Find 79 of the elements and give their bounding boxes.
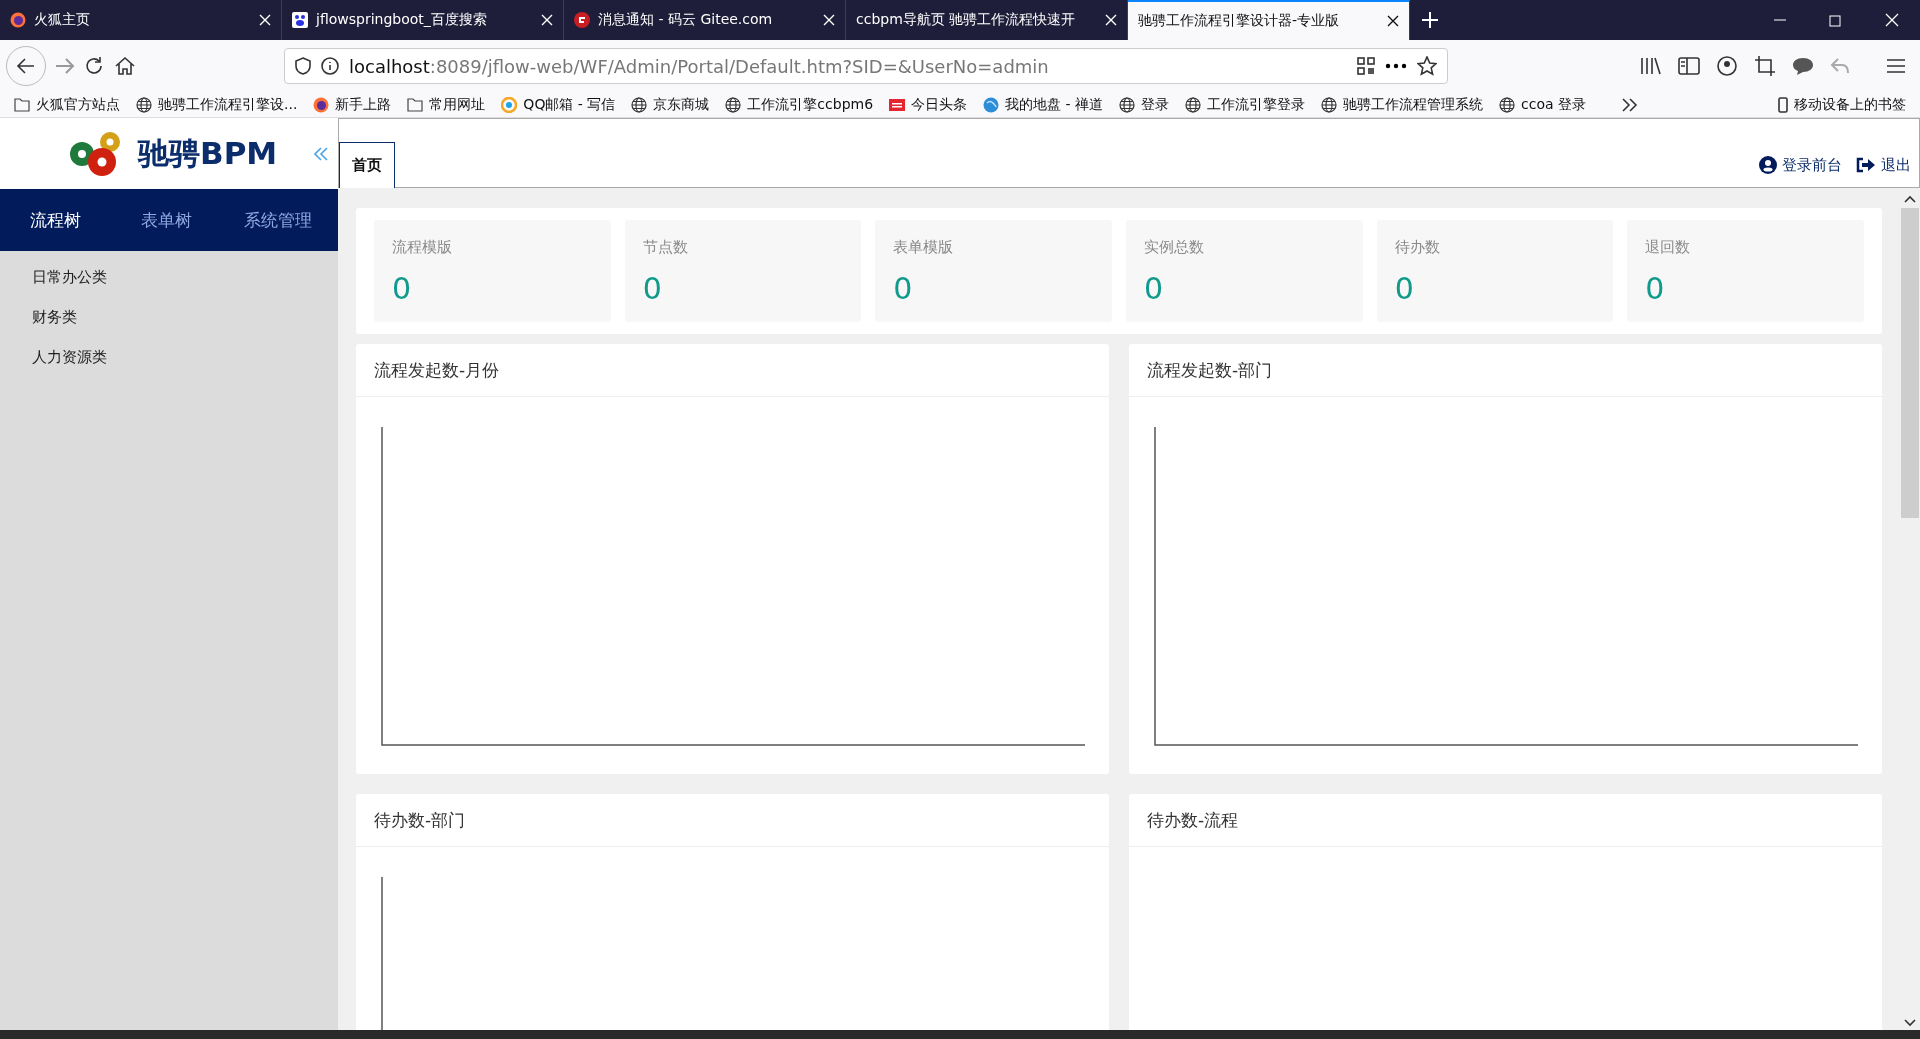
bookmark-item[interactable]: 驰骋工作流程管理系统 [1321, 95, 1484, 114]
app-logo-text: 驰骋BPM [138, 133, 278, 173]
stat-label: 待办数 [1394, 238, 1441, 257]
sidebar-icon[interactable] [1678, 56, 1700, 76]
stat-value: 0 [1144, 271, 1165, 306]
globe-icon [1321, 96, 1338, 113]
stat-label: 表单模版 [893, 238, 955, 257]
folder-icon [14, 97, 30, 112]
phone-icon [1778, 96, 1788, 113]
account-icon[interactable] [1716, 55, 1738, 77]
bookmark-item[interactable]: 新手上路 [313, 95, 392, 114]
panel-title: 待办数-流程 [1147, 808, 1239, 832]
bookmark-item[interactable]: 常用网址 [407, 95, 486, 114]
stat-label: 退回数 [1645, 238, 1692, 257]
news-icon [889, 98, 906, 111]
tree-item[interactable]: 财务类 [0, 297, 338, 337]
globe-icon [136, 96, 152, 113]
bookmark-item[interactable]: 工作流引擎登录 [1185, 95, 1306, 114]
stat-label: 节点数 [642, 238, 689, 257]
globe-icon [1119, 96, 1136, 113]
sidebar-tab[interactable]: 表单树 [111, 208, 222, 232]
stat-label: 流程模版 [392, 238, 453, 257]
address-bar[interactable]: localhost:8089/jflow-web/WF/Admin/Portal/Default.htm?SID=&UserNo=admin [284, 48, 1448, 84]
collapse-icon[interactable] [314, 146, 328, 161]
globe-icon [725, 96, 742, 113]
stat-value: 0 [392, 271, 413, 306]
browser-tab[interactable]: 驰骋工作流程引擎设计器-专业版 [1128, 0, 1410, 40]
exit-icon [1856, 157, 1876, 173]
shield-icon [295, 57, 311, 75]
bookmark-item[interactable]: 驰骋工作流程引擎设... [136, 95, 298, 114]
bookmark-item[interactable]: 移动设备上的书签 [1778, 95, 1906, 114]
bookmark-item[interactable]: 今日头条 [889, 95, 968, 114]
tree-item[interactable]: 日常办公类 [0, 257, 338, 297]
header-link[interactable]: 退出 [1856, 155, 1911, 175]
crop-icon[interactable] [1754, 55, 1776, 77]
scroll-down-icon[interactable] [1904, 1018, 1916, 1028]
star-icon[interactable] [1417, 56, 1437, 76]
panel-title: 待办数-部门 [374, 808, 466, 832]
home-icon[interactable] [114, 56, 136, 76]
globe-icon [1185, 96, 1202, 113]
ring-icon [501, 96, 518, 113]
info-icon[interactable] [321, 57, 339, 75]
back-arrow-icon[interactable] [16, 56, 36, 76]
globe-icon [631, 96, 648, 113]
bookmark-item[interactable]: 我的地盘 - 禅道 [983, 95, 1104, 114]
bookmark-item[interactable]: 京东商城 [631, 95, 710, 114]
bookmark-item[interactable]: 登录 [1119, 95, 1170, 114]
header-link[interactable]: 登录前台 [1759, 155, 1842, 175]
sidebar-tab[interactable]: 系统管理 [222, 208, 333, 232]
stat-value: 0 [642, 271, 663, 306]
panel-title: 流程发起数-部门 [1147, 358, 1273, 382]
earth-icon [983, 96, 1000, 113]
stat-value: 0 [1645, 271, 1666, 306]
panel-title: 流程发起数-月份 [374, 358, 500, 382]
folder-icon [407, 97, 424, 112]
stat-value: 0 [893, 271, 914, 306]
paw-icon [292, 12, 308, 28]
library-icon[interactable] [1640, 56, 1662, 76]
scroll-up-icon[interactable] [1904, 194, 1916, 204]
page-tab[interactable]: 首页 [339, 142, 395, 188]
more-icon[interactable] [1385, 63, 1407, 69]
user-icon [1759, 156, 1777, 174]
tree-item[interactable]: 人力资源类 [0, 337, 338, 377]
bookmark-item[interactable]: 工作流引擎ccbpm6 [725, 95, 874, 114]
scrollbar-thumb[interactable] [1901, 208, 1919, 518]
forward-arrow-icon[interactable] [54, 56, 76, 76]
menu-icon[interactable] [1886, 57, 1906, 75]
plus-icon[interactable] [1422, 12, 1438, 28]
bookmark-item[interactable]: ccoa 登录 [1499, 95, 1587, 114]
bookmark-item[interactable]: QQ邮箱 - 写信 [501, 95, 616, 114]
speech-bubble-icon[interactable] [1792, 56, 1814, 76]
sidebar-tab[interactable]: 流程树 [0, 208, 111, 232]
stat-value: 0 [1394, 271, 1415, 306]
close-icon[interactable] [1387, 15, 1399, 27]
stat-label: 实例总数 [1144, 238, 1205, 257]
chevron-icon[interactable] [1622, 97, 1639, 112]
bookmark-item[interactable]: 火狐官方站点 [14, 95, 120, 114]
globe-icon [1499, 96, 1516, 113]
qr-code-icon[interactable] [1357, 57, 1375, 75]
